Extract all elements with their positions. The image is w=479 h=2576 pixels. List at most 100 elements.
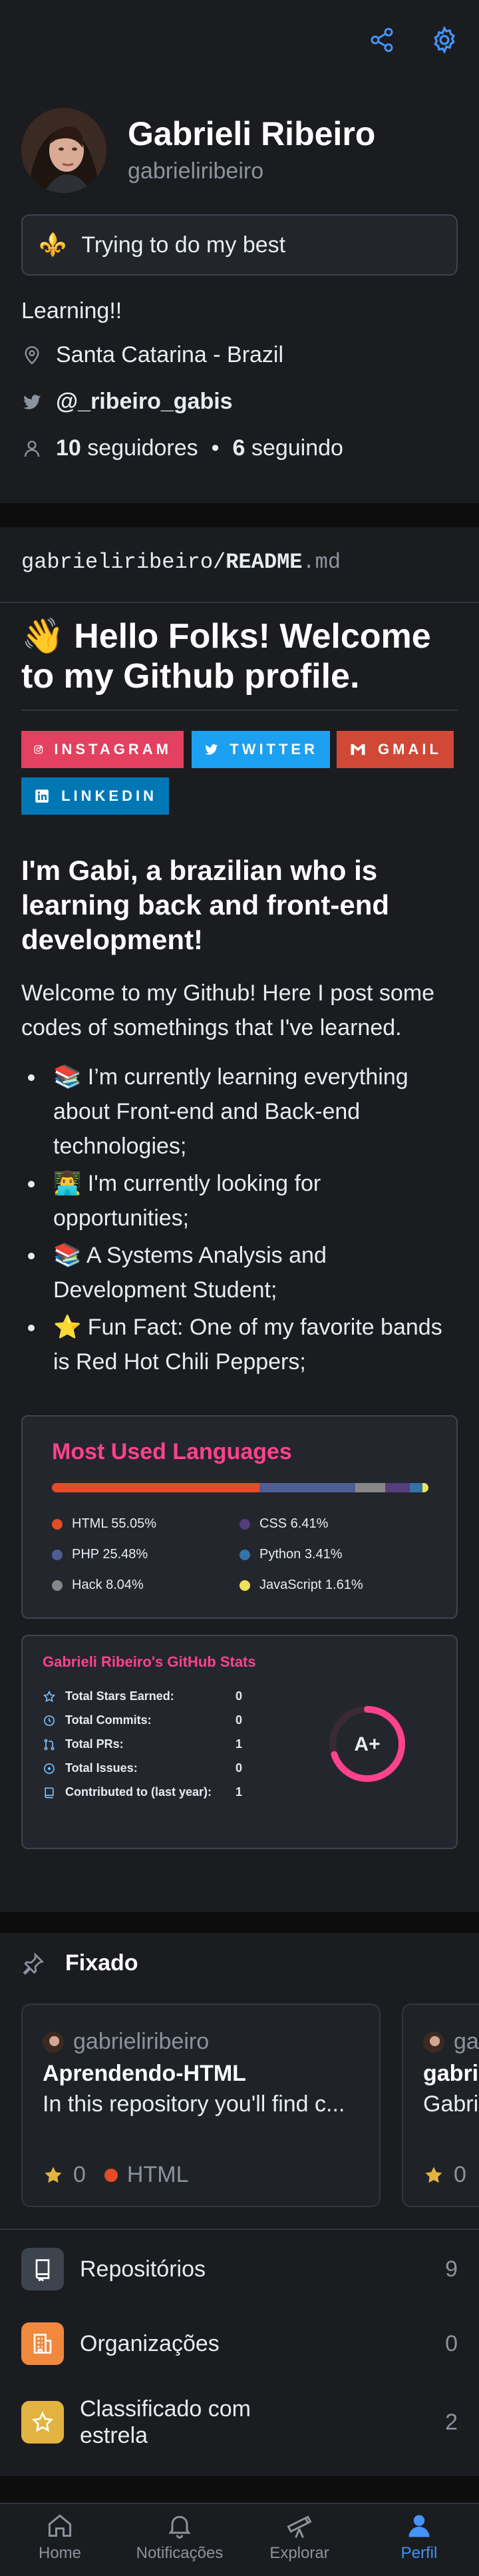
pinned-star-count: 0 <box>73 2162 86 2187</box>
following-count: 6 <box>232 435 245 461</box>
language-item-javascript: JavaScript 1.61% <box>240 1578 363 1593</box>
readme-subheading: I'm Gabi, a brazilian who is learning ba… <box>21 855 390 955</box>
divider <box>0 2229 479 2230</box>
tab-explore[interactable]: Explorar <box>240 2511 359 2563</box>
pinned-header: Fixado <box>21 1950 138 1976</box>
pinned-card[interactable]: gabrieliribeiro gabrieliribeiro Gabrieli… <box>402 2004 479 2207</box>
list-item: 📚 I’m currently learning everything abou… <box>21 1060 454 1164</box>
gmail-badge-label: GMAIL <box>378 741 442 757</box>
list-item: 📚 A Systems Analysis and Development Stu… <box>21 1238 454 1307</box>
language-dot <box>240 1518 250 1530</box>
list-item-organizations[interactable]: Organizações 0 <box>0 2307 479 2380</box>
status-box[interactable]: ⚜️ Trying to do my best <box>21 214 458 276</box>
tab-profile[interactable]: Perfil <box>359 2511 479 2563</box>
twitter-badge-label: TWITTER <box>230 741 318 757</box>
gear-icon[interactable] <box>428 24 460 56</box>
readme-path[interactable]: gabrieliribeiro/README.md <box>21 550 341 574</box>
language-item-php: PHP 25.48% <box>52 1547 148 1562</box>
stat-value: 0 <box>236 1689 243 1703</box>
followers-row[interactable]: 10 seguidores • 6 seguindo <box>21 435 343 461</box>
tab-home[interactable]: Home <box>0 2511 120 2563</box>
twitter-handle: @_ribeiro_gabis <box>56 389 233 414</box>
profile-page: Gabrieli Ribeiro gabrieliribeiro ⚜️ Tryi… <box>0 0 479 2576</box>
language-label: HTML 55.05% <box>72 1516 157 1531</box>
readme-intro: Welcome to my Github! Here I post some c… <box>21 980 435 1040</box>
pinned-owner: gabrieliribeiro <box>423 2029 479 2055</box>
github-stats-card[interactable]: Gabrieli Ribeiro's GitHub Stats Total St… <box>21 1635 458 1849</box>
stat-label: Total Commits: <box>65 1713 152 1727</box>
linkedin-badge[interactable]: LINKEDIN <box>21 777 169 815</box>
linkedin-badge-label: LINKEDIN <box>61 787 157 804</box>
readme-path-prefix: gabrieliribeiro/ <box>21 550 226 574</box>
share-icon[interactable] <box>366 24 398 56</box>
language-bar-segment <box>355 1483 386 1492</box>
stat-label: Total Issues: <box>65 1761 138 1775</box>
stat-row-prs: Total PRs: <box>43 1737 124 1751</box>
tab-label: Perfil <box>400 2544 438 2562</box>
pinned-repo-name: gabrieliribeiro <box>423 2061 479 2086</box>
status-emoji: ⚜️ <box>39 232 67 258</box>
stat-label: Contributed to (last year): <box>65 1785 212 1799</box>
twitter-icon <box>204 744 218 755</box>
language-bar-segment <box>409 1483 422 1492</box>
pinned-repo-description: Gabrieli <box>423 2091 479 2117</box>
stats-card-title: Gabrieli Ribeiro's GitHub Stats <box>43 1653 256 1670</box>
language-bar-segment <box>52 1483 259 1492</box>
instagram-badge[interactable]: INSTAGRAM <box>21 731 184 768</box>
stat-label: Total PRs: <box>65 1737 124 1751</box>
pinned-star-count: 0 <box>454 2162 466 2187</box>
pinned-card[interactable]: gabrieliribeiro Aprendendo-HTML In this … <box>21 2004 381 2207</box>
language-label: Python 3.41% <box>259 1547 343 1562</box>
profile-login: gabrieliribeiro <box>128 158 264 184</box>
languages-bar <box>52 1483 428 1492</box>
grade-ring: A+ <box>329 1706 405 1782</box>
bell-icon <box>168 2515 191 2539</box>
separator-dot: • <box>211 435 220 461</box>
list-count: 0 <box>445 2330 458 2356</box>
gmail-badge[interactable]: GMAIL <box>337 731 454 768</box>
language-bar-segment <box>422 1483 428 1492</box>
language-item-hack: Hack 8.04% <box>52 1578 144 1593</box>
languages-card[interactable]: Most Used Languages HTML 55.05% CSS 6.41… <box>21 1415 458 1619</box>
linkedin-icon <box>35 789 49 803</box>
star-icon <box>43 1690 56 1702</box>
tab-notifications[interactable]: Notificações <box>120 2511 240 2563</box>
language-dot <box>52 1580 63 1591</box>
stat-value: 1 <box>236 1785 243 1799</box>
history-icon <box>44 1715 55 1726</box>
instagram-icon <box>34 745 43 754</box>
twitter-badge[interactable]: TWITTER <box>192 731 330 768</box>
readme-section: gabrieliribeiro/README.md 👋 Hello Folks!… <box>0 527 479 1912</box>
twitter-row[interactable]: @_ribeiro_gabis <box>21 389 233 415</box>
location-text: Santa Catarina - Brazil <box>56 342 284 367</box>
language-item-python: Python 3.41% <box>240 1547 343 1562</box>
language-dot <box>240 1580 250 1591</box>
person-icon <box>24 440 40 457</box>
language-dot <box>52 1518 63 1530</box>
list-item-starred[interactable]: Classificado com estrela 2 <box>0 2382 479 2463</box>
stat-row-issues: Total Issues: <box>43 1761 138 1775</box>
readme-path-ext: .md <box>302 550 341 574</box>
heading-rule <box>21 710 458 711</box>
status-text: Trying to do my best <box>81 232 286 258</box>
list-item: 👨‍💻 I'm currently looking for opportunit… <box>21 1166 454 1235</box>
language-label: JavaScript 1.61% <box>259 1578 363 1592</box>
following-label: seguindo <box>251 435 343 461</box>
language-bar-segment <box>259 1483 355 1492</box>
profile-bio: Learning!! <box>21 298 122 323</box>
pinned-owner-name: gabrieliribeiro <box>454 2029 479 2054</box>
stat-row-contributed: Contributed to (last year): <box>43 1785 212 1799</box>
list-item-repositories[interactable]: Repositórios 9 <box>0 2233 479 2306</box>
followers-label: seguidores <box>87 435 198 461</box>
readme-heading: 👋 Hello Folks! Welcome to my Github prof… <box>21 617 431 696</box>
repo-icon <box>45 1787 54 1798</box>
gmail-icon <box>351 744 365 755</box>
avatar[interactable] <box>21 108 106 193</box>
avatar <box>423 2031 444 2053</box>
list-count: 9 <box>445 2256 458 2282</box>
star-icon <box>21 2401 64 2444</box>
location-icon <box>25 345 39 365</box>
instagram-badge-label: INSTAGRAM <box>54 741 172 757</box>
readme-path-file: README <box>226 550 303 574</box>
star-icon <box>425 2166 442 2183</box>
